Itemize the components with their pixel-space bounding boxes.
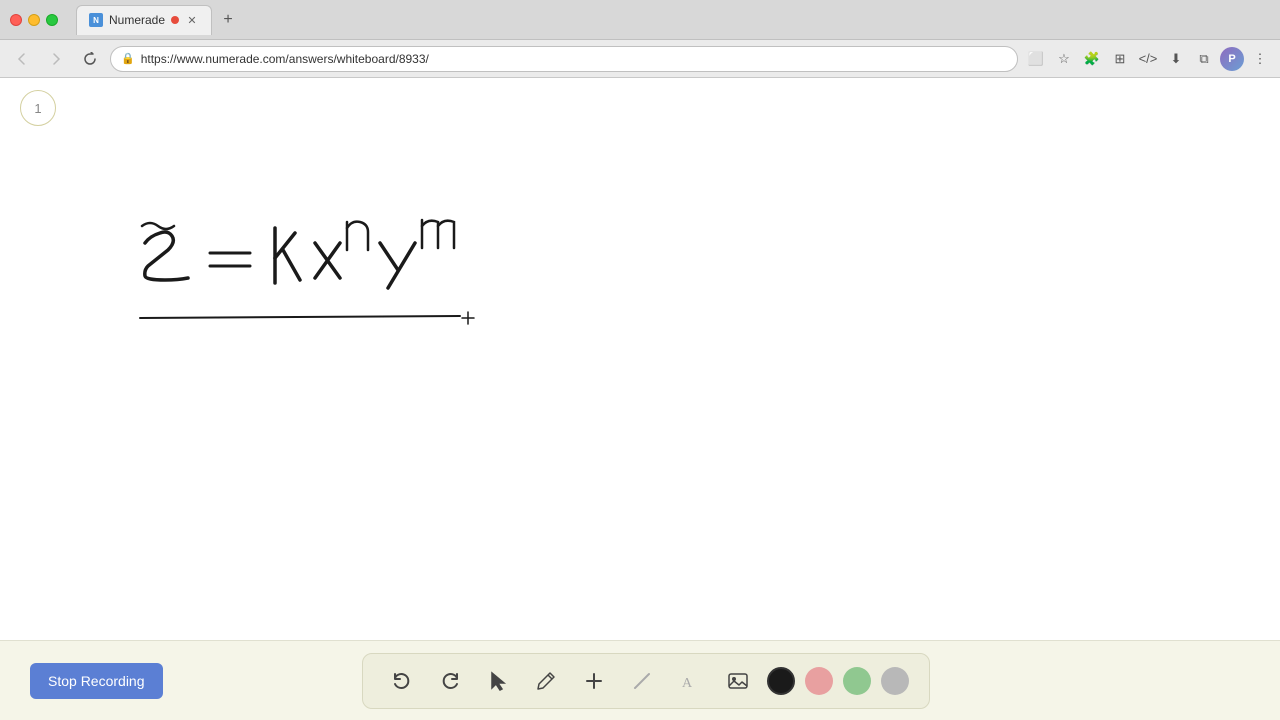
forward-button[interactable]: [42, 45, 70, 73]
page-number: 1: [20, 90, 56, 126]
color-gray[interactable]: [881, 667, 909, 695]
tab-favicon: N: [89, 13, 103, 27]
toolbar-icons: ⬜ ☆ 🧩 ⊞ </> ⬇ ⧉ P ⋮: [1024, 47, 1272, 71]
tab-label: Numerade: [109, 13, 165, 27]
window-icon[interactable]: ⧉: [1192, 47, 1216, 71]
traffic-lights: [10, 14, 58, 26]
svg-text:A: A: [682, 676, 693, 691]
download-icon[interactable]: ⬇: [1164, 47, 1188, 71]
add-button[interactable]: [575, 662, 613, 700]
equation-area: [130, 208, 490, 358]
stop-recording-button[interactable]: Stop Recording: [30, 663, 163, 699]
nav-toolbar: 🔒 https://www.numerade.com/answers/white…: [0, 40, 1280, 78]
extensions-icon[interactable]: 🧩: [1080, 47, 1104, 71]
drawing-tools: A: [362, 653, 930, 709]
browser-window: N Numerade ✕ + 🔒 https://www.numerade.co…: [0, 0, 1280, 720]
redo-button[interactable]: [431, 662, 469, 700]
back-button[interactable]: [8, 45, 36, 73]
pen-tool-button[interactable]: [527, 662, 565, 700]
content-area: 1: [0, 78, 1280, 720]
bookmark-icon[interactable]: ☆: [1052, 47, 1076, 71]
refresh-button[interactable]: [76, 45, 104, 73]
bottom-toolbar: Stop Recording: [0, 640, 1280, 720]
tab-bar: N Numerade ✕ +: [76, 5, 1270, 35]
color-black[interactable]: [767, 667, 795, 695]
eraser-button[interactable]: [623, 662, 661, 700]
profile-avatar[interactable]: P: [1220, 47, 1244, 71]
minimize-button[interactable]: [28, 14, 40, 26]
recording-dot: [171, 16, 179, 24]
text-tool-button[interactable]: A: [671, 662, 709, 700]
active-tab[interactable]: N Numerade ✕: [76, 5, 212, 35]
address-bar[interactable]: 🔒 https://www.numerade.com/answers/white…: [110, 46, 1018, 72]
select-tool-button[interactable]: [479, 662, 517, 700]
undo-button[interactable]: [383, 662, 421, 700]
color-pink[interactable]: [805, 667, 833, 695]
image-tool-button[interactable]: [719, 662, 757, 700]
code-icon[interactable]: </>: [1136, 47, 1160, 71]
maximize-button[interactable]: [46, 14, 58, 26]
url-text: https://www.numerade.com/answers/whitebo…: [141, 52, 429, 66]
close-button[interactable]: [10, 14, 22, 26]
equation-svg: [130, 208, 490, 358]
menu-icon[interactable]: ⋮: [1248, 47, 1272, 71]
new-tab-button[interactable]: +: [216, 8, 240, 32]
tab-close-button[interactable]: ✕: [185, 13, 199, 27]
whiteboard[interactable]: 1: [0, 78, 1280, 640]
title-bar: N Numerade ✕ +: [0, 0, 1280, 40]
lock-icon: 🔒: [121, 52, 135, 65]
cast-icon[interactable]: ⬜: [1024, 47, 1048, 71]
grid-icon[interactable]: ⊞: [1108, 47, 1132, 71]
color-green[interactable]: [843, 667, 871, 695]
